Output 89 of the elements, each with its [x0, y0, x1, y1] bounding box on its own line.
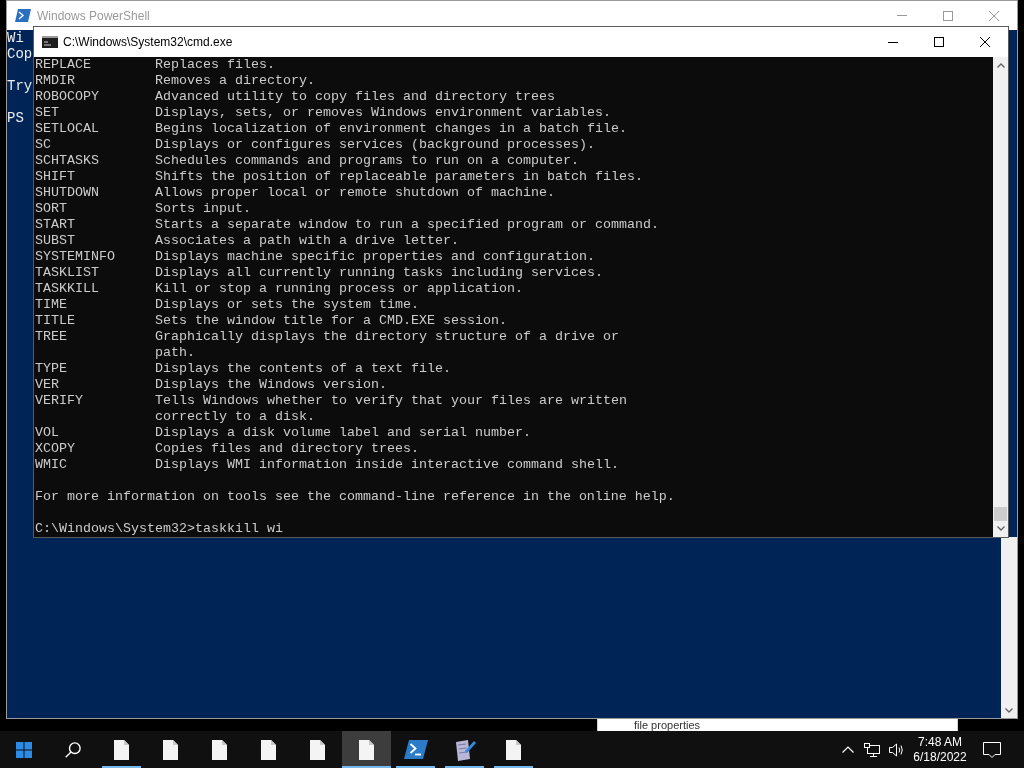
file-icon — [212, 739, 227, 760]
command-name: XCOPY — [35, 441, 75, 456]
terminal-icon — [403, 740, 428, 759]
command-description: Displays the Windows version. — [155, 377, 387, 393]
file-icon — [163, 739, 178, 760]
command-description: Kill or stop a running process or application. — [155, 281, 523, 297]
speech-bubble-icon — [983, 741, 1001, 758]
file-icon — [114, 739, 129, 760]
command-name: SYSTEMINFO — [35, 249, 115, 264]
minimize-icon — [897, 15, 907, 16]
scrollbar-thumb[interactable] — [994, 507, 1007, 521]
window-title: Windows PowerShell — [37, 7, 150, 25]
console-text: Wi — [7, 30, 24, 46]
command-name: VOL — [35, 425, 59, 440]
console-text: PS — [7, 110, 24, 126]
command-name: TYPE — [35, 361, 67, 376]
command-description: Removes a directory. — [155, 73, 315, 89]
help-note: For more information on tools see the command-line reference in the online help. — [35, 489, 675, 505]
network-icon — [864, 742, 880, 757]
command-name: RMDIR — [35, 73, 75, 88]
command-name: VERIFY — [35, 393, 83, 408]
file-icon — [506, 739, 521, 760]
command-description: Allows proper local or remote shutdown of machine. — [155, 185, 555, 201]
command-description: Associates a path with a drive letter. — [155, 233, 459, 249]
minimize-icon — [888, 41, 898, 43]
speaker-icon — [888, 742, 904, 757]
command-description: Displays machine specific properties and configuration. — [155, 249, 595, 265]
document-pen-icon — [453, 738, 476, 761]
close-icon — [989, 10, 999, 21]
command-name: REPLACE — [35, 57, 91, 72]
command-description: Displays all currently running tasks including services. — [155, 265, 603, 281]
command-description: Displays a disk volume label and serial number. — [155, 425, 531, 441]
command-description: Graphically displays the directory structure of a drive or path. — [155, 329, 619, 361]
command-name: SCHTASKS — [35, 153, 99, 168]
command-description: Displays, sets, or removes Windows environment variables. — [155, 105, 611, 121]
command-name: TIME — [35, 297, 67, 312]
command-name: WMIC — [35, 457, 67, 472]
command-description: Schedules commands and programs to run on a computer. — [155, 153, 579, 169]
command-description: Sets the window title for a CMD.EXE session. — [155, 313, 507, 329]
command-name: TASKKILL — [35, 281, 99, 296]
file-icon — [359, 739, 374, 760]
command-name: START — [35, 217, 75, 232]
chevron-down-icon[interactable] — [1005, 708, 1013, 713]
command-name: TASKLIST — [35, 265, 99, 280]
command-description: Starts a separate window to run a specified program or command. — [155, 217, 659, 233]
command-description: Begins localization of environment changes in a batch file. — [155, 121, 627, 137]
chevron-up-icon[interactable] — [996, 63, 1005, 68]
prompt-line: C:\Windows\System32>taskkill wi — [35, 521, 283, 537]
command-name: SORT — [35, 201, 67, 216]
command-name: SHIFT — [35, 169, 75, 184]
command-description: Displays the contents of a text file. — [155, 361, 451, 377]
window-label: file properties — [634, 719, 701, 731]
command-description: Advanced utility to copy files and directory trees — [155, 89, 555, 105]
windows-logo-icon — [16, 741, 32, 758]
command-name: SETLOCAL — [35, 121, 99, 136]
command-name: VER — [35, 377, 59, 392]
maximize-icon — [934, 37, 944, 47]
command-description: Displays or sets the system time. — [155, 297, 419, 313]
command-name: TREE — [35, 329, 67, 344]
command-name: TITLE — [35, 313, 75, 328]
command-description: Replaces files. — [155, 57, 275, 73]
command-description: Displays WMI information inside interactive command shell. — [155, 457, 619, 473]
console-text: Try — [7, 78, 33, 94]
command-name: ROBOCOPY — [35, 89, 99, 104]
terminal-icon — [15, 9, 31, 22]
file-icon — [310, 739, 325, 760]
chevron-down-icon[interactable] — [996, 526, 1005, 531]
clock-date[interactable]: 6/18/2022 — [913, 749, 967, 765]
command-description: Shifts the position of replaceable parameters in batch files. — [155, 169, 643, 185]
command-name: SUBST — [35, 233, 75, 248]
file-icon — [261, 739, 276, 760]
search-icon — [64, 741, 81, 758]
command-name: SHUTDOWN — [35, 185, 99, 200]
close-icon — [980, 37, 990, 47]
command-description: Sorts input. — [155, 201, 251, 217]
maximize-icon — [943, 10, 953, 21]
scrollbar[interactable] — [993, 57, 1008, 537]
window-title: C:\Windows\System32\cmd.exe — [63, 34, 233, 51]
chevron-up-icon — [842, 746, 854, 753]
console-text: Cop — [7, 46, 33, 62]
command-description: Copies files and directory trees. — [155, 441, 419, 457]
clock-time[interactable]: 7:48 AM — [918, 734, 962, 750]
command-description: Tells Windows whether to verify that your files are written correctly to a disk. — [155, 393, 627, 425]
command-name: SC — [35, 137, 51, 152]
scrollbar[interactable] — [1001, 537, 1017, 718]
taskbar-button[interactable] — [342, 731, 391, 768]
command-name: SET — [35, 105, 59, 120]
console-icon — [42, 36, 58, 48]
command-description: Displays or configures services (background processes). — [155, 137, 595, 153]
